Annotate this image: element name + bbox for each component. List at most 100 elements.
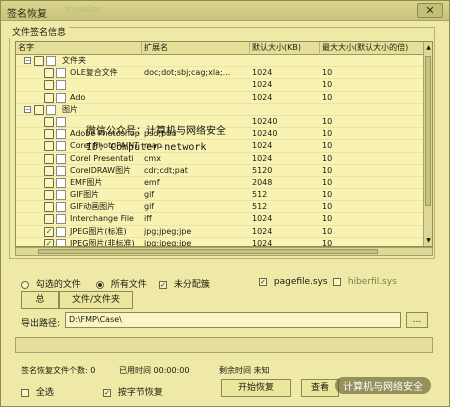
table-row[interactable]: OLE复合文件 doc;dot;sbj;cag;xla;... 1024 10 bbox=[16, 67, 432, 80]
hiberfil-label: hiberfil.sys bbox=[347, 277, 397, 287]
remaining-time: 剩余时间 未知 bbox=[219, 366, 270, 375]
unallocated-option[interactable]: ✓ 未分配簇 bbox=[159, 277, 210, 290]
header-default-size[interactable]: 默认大小(KB) bbox=[250, 42, 320, 55]
view-button[interactable]: 查看 bbox=[301, 379, 339, 397]
row-checkbox[interactable] bbox=[44, 190, 54, 201]
select-all-option[interactable]: 全选 bbox=[21, 385, 54, 398]
row-checkbox[interactable] bbox=[44, 80, 54, 91]
table-header: 名字 扩展名 默认大小(KB) 最大大小(默认大小的倍) bbox=[16, 42, 432, 55]
file-folder-button[interactable]: 文件/文件夹 bbox=[59, 291, 133, 309]
row-checkbox[interactable] bbox=[34, 104, 44, 115]
row-name: Ado bbox=[70, 92, 86, 102]
signature-recovery-window: 签名恢复 ViewBar ✕ 文件签名信息 名字 扩展名 默认大小(KB) 最大… bbox=[0, 0, 450, 407]
close-button[interactable]: ✕ bbox=[417, 3, 443, 18]
header-name[interactable]: 名字 bbox=[16, 42, 142, 55]
row-max-size: 10 bbox=[322, 153, 333, 163]
row-checkbox[interactable]: ✓ bbox=[44, 238, 54, 246]
file-type-icon bbox=[56, 238, 66, 246]
checked-files-radio[interactable] bbox=[21, 280, 29, 289]
row-default-size: 1024 bbox=[252, 153, 273, 163]
header-extension[interactable]: 扩展名 bbox=[142, 42, 250, 55]
window-title: 签名恢复 bbox=[7, 9, 47, 20]
row-max-size: 10 bbox=[322, 165, 333, 175]
file-type-icon bbox=[56, 68, 66, 79]
scroll-thumb[interactable] bbox=[425, 56, 431, 206]
table-row[interactable]: ✓ JPEG图片(标准) jpg;jpeg;jpe 1024 10 bbox=[16, 226, 432, 238]
table-row[interactable]: Ado 1024 10 bbox=[16, 92, 432, 104]
start-recovery-button[interactable]: 开始恢复 bbox=[221, 379, 291, 397]
row-checkbox[interactable] bbox=[44, 92, 54, 103]
row-extension bbox=[142, 79, 250, 91]
row-name: OLE复合文件 bbox=[70, 68, 118, 78]
footer-watermark: 计算机与网络安全 bbox=[335, 377, 431, 394]
row-checkbox[interactable] bbox=[44, 177, 54, 188]
row-extension bbox=[142, 92, 250, 104]
row-checkbox[interactable] bbox=[44, 68, 54, 79]
file-type-icon bbox=[56, 92, 66, 103]
browse-button[interactable]: ... bbox=[406, 312, 428, 328]
row-checkbox[interactable] bbox=[44, 116, 54, 127]
header-max-size[interactable]: 最大大小(默认大小的倍) bbox=[320, 42, 425, 55]
file-type-icon bbox=[56, 153, 66, 164]
row-name: Interchange File bbox=[70, 214, 134, 224]
total-button[interactable]: 总 bbox=[21, 291, 59, 309]
row-checkbox[interactable] bbox=[44, 141, 54, 152]
vertical-scrollbar[interactable]: ▲ ▼ bbox=[423, 42, 432, 246]
file-type-icon bbox=[56, 165, 66, 176]
all-files-radio[interactable] bbox=[96, 280, 104, 289]
tree-expand-icon[interactable]: − bbox=[24, 57, 31, 64]
file-type-icon bbox=[56, 129, 66, 140]
table-row[interactable]: − 文件夹 bbox=[16, 55, 432, 68]
unallocated-checkbox[interactable]: ✓ bbox=[159, 280, 167, 289]
watermark-line-2: ID: Computer-network bbox=[86, 142, 207, 153]
row-checkbox[interactable] bbox=[44, 214, 54, 225]
row-default-size: 2048 bbox=[252, 177, 273, 187]
row-max-size: 10 bbox=[322, 202, 333, 212]
scroll-down-icon[interactable]: ▼ bbox=[425, 237, 432, 244]
row-default-size: 1024 bbox=[252, 141, 273, 151]
row-extension: gif bbox=[144, 190, 155, 200]
row-extension: iff bbox=[144, 214, 152, 224]
hiberfil-option[interactable]: hiberfil.sys bbox=[333, 277, 397, 287]
row-max-size bbox=[320, 55, 425, 67]
horizontal-scrollbar[interactable] bbox=[15, 247, 433, 256]
row-checkbox[interactable] bbox=[44, 202, 54, 213]
scroll-up-icon[interactable]: ▲ bbox=[425, 44, 432, 51]
row-max-size: 10 bbox=[322, 226, 333, 236]
row-checkbox[interactable] bbox=[44, 129, 54, 140]
table-row[interactable]: Interchange File iff 1024 10 bbox=[16, 213, 432, 226]
select-all-checkbox[interactable] bbox=[21, 388, 29, 397]
table-row[interactable]: CorelDRAW图片 cdr;cdt;pat 5120 10 bbox=[16, 165, 432, 177]
all-files-option[interactable]: 所有文件 bbox=[96, 277, 147, 290]
tree-expand-icon[interactable]: − bbox=[24, 105, 31, 113]
row-checkbox[interactable] bbox=[34, 56, 44, 66]
horizontal-scroll-thumb[interactable] bbox=[38, 249, 378, 254]
row-checkbox[interactable] bbox=[44, 153, 54, 164]
export-path-input[interactable]: D:\FMP\Case\ bbox=[65, 312, 401, 328]
row-max-size: 10 bbox=[322, 92, 333, 102]
row-extension: cdr;cdt;pat bbox=[144, 165, 188, 175]
signature-table: 名字 扩展名 默认大小(KB) 最大大小(默认大小的倍) − 文件夹 OLE复合文件… bbox=[15, 41, 433, 247]
by-byte-option[interactable]: ✓ 按字节恢复 bbox=[103, 385, 163, 398]
table-row[interactable]: GIF图片 gif 512 10 bbox=[16, 189, 432, 202]
row-extension bbox=[142, 104, 250, 116]
table-row[interactable]: EMF图片 emf 2048 10 bbox=[16, 177, 432, 190]
row-checkbox[interactable] bbox=[44, 165, 54, 176]
table-row[interactable]: ✓ JPEG图片(非标准) jpg;jpeg;jpe 1024 10 bbox=[16, 238, 432, 246]
row-checkbox[interactable]: ✓ bbox=[44, 226, 54, 237]
table-row[interactable]: 1024 10 bbox=[16, 79, 432, 92]
row-extension: emf bbox=[144, 177, 160, 187]
hiberfil-checkbox[interactable] bbox=[333, 277, 341, 286]
table-row[interactable]: GIF动画图片 gif 512 10 bbox=[16, 201, 432, 214]
row-default-size: 5120 bbox=[252, 165, 273, 175]
checked-files-option[interactable]: 勾选的文件 bbox=[21, 277, 81, 290]
select-all-label: 全选 bbox=[35, 388, 54, 398]
pagefile-checkbox[interactable]: ✓ bbox=[259, 277, 267, 286]
pagefile-option[interactable]: ✓ pagefile.sys bbox=[259, 277, 328, 287]
table-row[interactable]: − 图片 bbox=[16, 104, 432, 116]
by-byte-checkbox[interactable]: ✓ bbox=[103, 388, 111, 397]
all-files-label: 所有文件 bbox=[110, 280, 147, 290]
ghost-title: ViewBar bbox=[65, 5, 102, 15]
watermark-line-1: 微信公众号：计算机与网络安全 bbox=[86, 126, 226, 137]
row-max-size: 10 bbox=[322, 190, 333, 200]
